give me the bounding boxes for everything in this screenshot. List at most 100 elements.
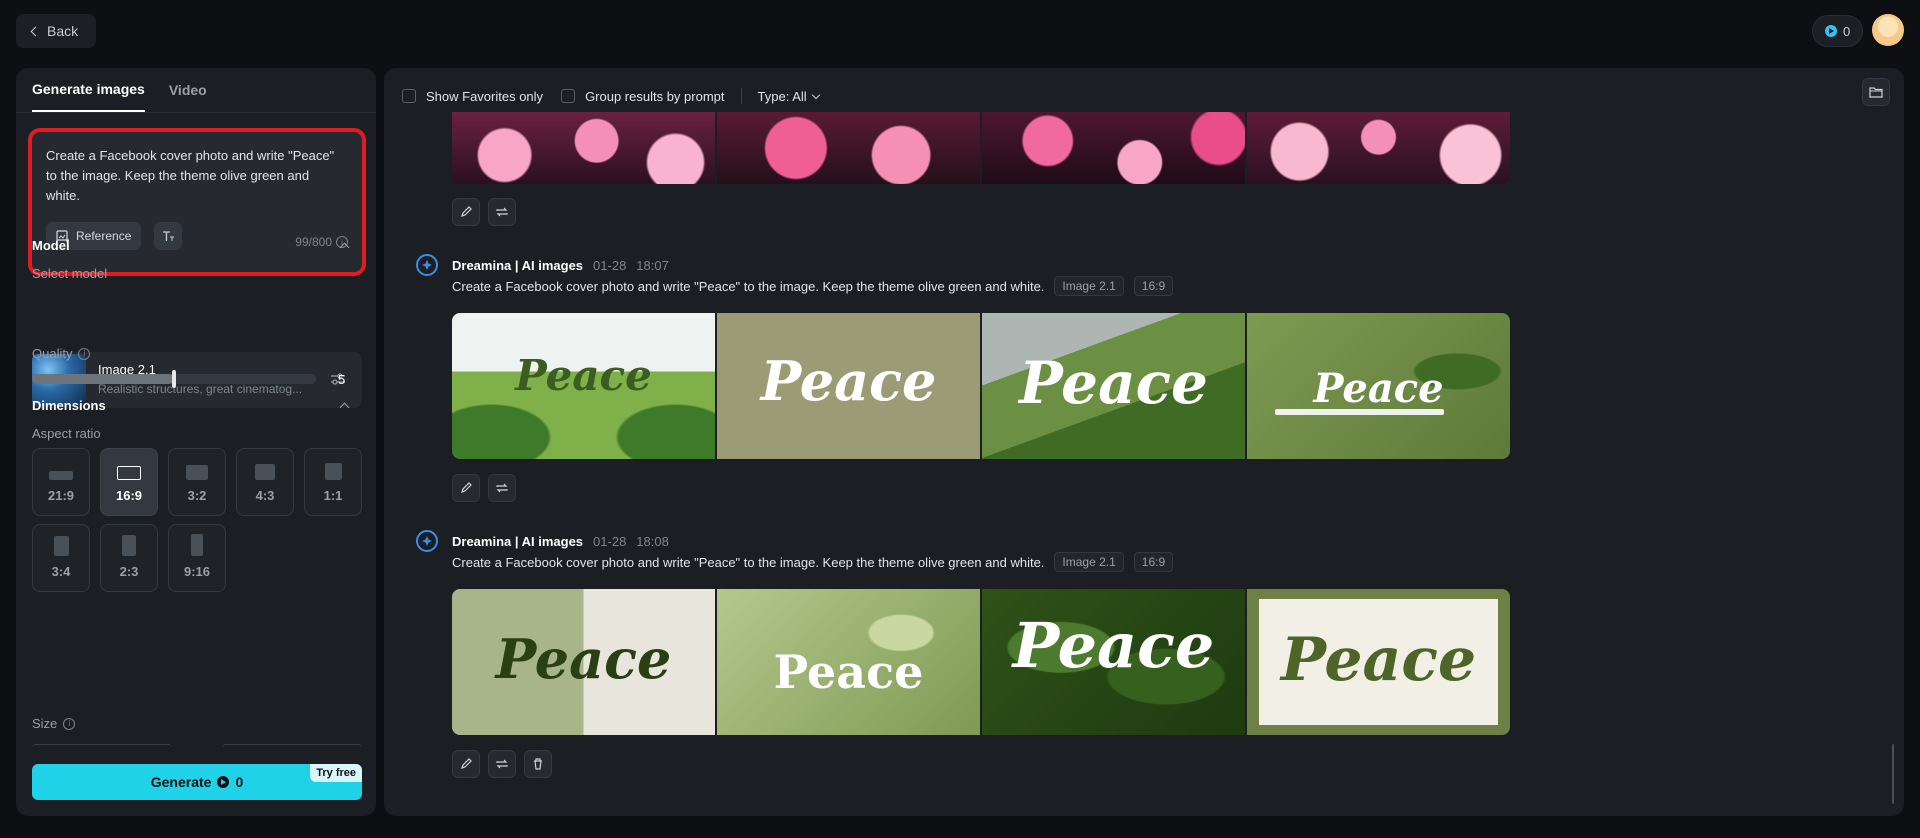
text-style-button[interactable] [154, 222, 182, 250]
favorites-checkbox[interactable] [402, 89, 416, 103]
ratio-label: 2:3 [119, 564, 139, 579]
repeat-icon [496, 759, 508, 769]
generation-date: 01-28 [593, 533, 627, 549]
edit-button[interactable] [452, 750, 480, 778]
image-tile[interactable]: Peace [717, 589, 980, 735]
ratio-shape [117, 466, 141, 480]
credits-pill[interactable]: 0 [1812, 15, 1864, 47]
ratio-3-4[interactable]: 3:4 [32, 524, 90, 592]
image-tile[interactable]: Peace [717, 313, 980, 459]
ratio-9-16[interactable]: 9:16 [168, 524, 226, 592]
credit-coin-icon [1825, 25, 1837, 37]
tab-video[interactable]: Video [169, 68, 207, 112]
tab-generate-images[interactable]: Generate images [32, 68, 145, 112]
ratio-tag: 16:9 [1133, 552, 1174, 572]
quality-value: 5 [338, 372, 346, 387]
image-tile[interactable]: Peace [982, 589, 1245, 735]
image-tile[interactable]: Peace [452, 313, 715, 459]
image-text: Peace [495, 627, 672, 691]
regenerate-button[interactable] [488, 474, 516, 502]
ratio-shape [53, 536, 69, 556]
try-free-badge: Try free [310, 764, 362, 782]
avatar[interactable] [1872, 14, 1904, 46]
prompt-box[interactable]: Create a Facebook cover photo and write … [28, 128, 366, 276]
quality-label-row: Quality i [32, 346, 91, 361]
prompt-input[interactable]: Create a Facebook cover photo and write … [46, 146, 336, 206]
image-tile[interactable] [1247, 112, 1510, 184]
results-panel: Show Favorites only Group results by pro… [384, 68, 1904, 816]
aspect-ratio-label: Aspect ratio [32, 426, 101, 441]
scrollbar[interactable] [1892, 744, 1894, 804]
size-label: Size [32, 716, 58, 731]
ratio-label: 9:16 [183, 564, 211, 579]
size-label-row: Size i [32, 716, 76, 731]
quality-slider[interactable] [32, 370, 316, 388]
ratio-3-2[interactable]: 3:2 [168, 448, 226, 516]
size-width-field[interactable] [32, 744, 172, 748]
ratio-shape [191, 534, 203, 556]
type-dropdown[interactable]: Type: All [758, 89, 820, 104]
image-text: Peace [515, 351, 652, 400]
reference-label: Reference [76, 229, 132, 243]
quality-slider-handle[interactable] [172, 370, 176, 388]
model-tag: Image 2.1 [1054, 552, 1124, 572]
ratio-1-1[interactable]: 1:1 [304, 448, 362, 516]
image-text: Peace [1019, 349, 1208, 417]
back-label: Back [47, 23, 79, 39]
generation-date: 01-28 [593, 257, 627, 273]
image-row-previous [452, 112, 1510, 184]
credits-count: 0 [1843, 23, 1851, 39]
ratio-4-3[interactable]: 4:3 [236, 448, 294, 516]
regenerate-button[interactable] [488, 198, 516, 226]
info-icon[interactable]: i [63, 717, 76, 730]
generation-settings-panel: Generate images Video Create a Facebook … [16, 68, 376, 816]
generate-credits: 0 [235, 774, 244, 790]
ratio-shape [324, 463, 342, 480]
image-text: Peace [1280, 625, 1477, 695]
group-checkbox[interactable] [561, 89, 576, 103]
back-button[interactable]: Back [16, 14, 97, 48]
image-tile[interactable]: Peace [982, 313, 1245, 459]
generate-label: Generate [150, 774, 212, 790]
generation-prompt-line: Create a Facebook cover photo and write … [452, 552, 1174, 572]
ratio-16-9[interactable]: 16:9 [100, 448, 158, 516]
image-tile[interactable] [717, 112, 980, 184]
group-label[interactable]: Group results by prompt [585, 89, 724, 104]
ratio-shape [122, 535, 136, 556]
folder-button[interactable] [1862, 78, 1890, 106]
text-icon [163, 231, 174, 241]
generation-prompt-line: Create a Facebook cover photo and write … [452, 276, 1174, 296]
ratio-label: 3:2 [187, 488, 207, 503]
ratio-21-9[interactable]: 21:9 [32, 448, 90, 516]
credit-coin-icon [217, 776, 230, 788]
edit-button[interactable] [452, 474, 480, 502]
favorites-label[interactable]: Show Favorites only [426, 89, 543, 104]
image-text: Peace [773, 645, 924, 699]
pencil-icon [461, 482, 472, 493]
image-tile[interactable]: Peace [1247, 589, 1510, 735]
quality-label: Quality [32, 346, 73, 361]
info-icon[interactable]: i [78, 347, 91, 360]
select-model-label: Select model [32, 266, 108, 281]
image-actions [452, 750, 552, 778]
generate-button[interactable]: Generate 0 Try free [32, 764, 362, 800]
image-tile[interactable] [452, 112, 715, 184]
image-text: Peace [760, 349, 937, 413]
generator-name: Dreamina | AI images [452, 533, 584, 549]
mode-tabs: Generate images Video [32, 68, 207, 112]
char-count-value: 99/800 [295, 235, 332, 249]
ratio-2-3[interactable]: 2:3 [100, 524, 158, 592]
ratio-shape [49, 471, 73, 480]
regenerate-button[interactable] [488, 750, 516, 778]
delete-button[interactable] [524, 750, 552, 778]
generation-header: Dreamina | AI images 01-28 18:07 [416, 254, 669, 276]
image-actions [452, 198, 516, 226]
size-height-field[interactable] [222, 744, 362, 748]
image-tile[interactable] [982, 112, 1245, 184]
image-tile[interactable]: Peace [452, 589, 715, 735]
edit-button[interactable] [452, 198, 480, 226]
quality-slider-fill [32, 374, 174, 384]
image-shelf [1275, 409, 1444, 415]
trash-icon [534, 758, 542, 770]
image-tile[interactable]: Peace [1247, 313, 1510, 459]
